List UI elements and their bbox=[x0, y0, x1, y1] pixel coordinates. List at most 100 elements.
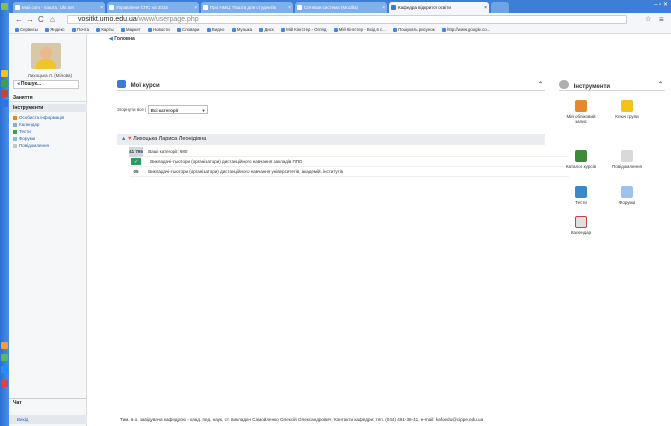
catalog-icon bbox=[575, 150, 587, 162]
logout-link[interactable]: Вихід bbox=[9, 415, 87, 424]
main-content: ◀ Головна Мої курси ⌃ Згорнути все | Всі… bbox=[87, 34, 671, 426]
address-bar[interactable]: vositkt.umo.edu.ua/www/userpage.php bbox=[67, 15, 627, 24]
app-icon[interactable] bbox=[1, 100, 8, 107]
courses-title: Мої курси bbox=[130, 83, 160, 89]
tool-course-catalog[interactable]: Каталог курсів bbox=[562, 150, 600, 169]
new-tab-button[interactable] bbox=[491, 2, 509, 13]
bookmark-item[interactable]: Музыка bbox=[231, 26, 252, 33]
browser-tab[interactable]: Сетевая система (Mozilla) × bbox=[295, 2, 387, 13]
tools-icon bbox=[559, 80, 569, 89]
chat-section[interactable]: Чат bbox=[9, 398, 87, 406]
teacher-name: Лихоцька Лариса Леонідівна bbox=[133, 136, 207, 142]
app-icon[interactable] bbox=[1, 380, 8, 387]
start-icon[interactable] bbox=[1, 3, 8, 10]
close-icon[interactable]: × bbox=[100, 5, 103, 11]
tool-forums[interactable]: Форуми bbox=[608, 186, 646, 205]
course-code: 05 bbox=[133, 169, 139, 174]
search-icon: ◂ bbox=[17, 81, 20, 87]
bookmark-item[interactable]: http://www.google.co... bbox=[442, 26, 490, 33]
app-icon[interactable] bbox=[1, 70, 8, 77]
app-icon[interactable] bbox=[1, 366, 8, 373]
user-name: Лихоцька Л. (Мілова) bbox=[27, 73, 73, 78]
window-controls[interactable]: ‒ ▫ ✕ bbox=[654, 1, 668, 8]
bookmark-item[interactable]: Яндекс bbox=[45, 26, 65, 33]
message-icon bbox=[621, 150, 633, 162]
close-icon[interactable]: × bbox=[288, 5, 291, 11]
app-icon[interactable] bbox=[1, 342, 8, 349]
bookmark-item[interactable]: Видео bbox=[206, 26, 224, 33]
message-icon bbox=[13, 143, 17, 148]
course-title: Викладачі-тьютори (організатори) дистанц… bbox=[150, 159, 303, 164]
browser-tab[interactable]: Управління СПС на 2016 × bbox=[107, 2, 199, 13]
chevron-down-icon: ▾ bbox=[202, 108, 205, 114]
reload-icon[interactable]: C bbox=[38, 15, 44, 24]
bookmark-item[interactable]: Карты bbox=[96, 26, 114, 33]
calendar-icon bbox=[575, 216, 587, 228]
bookmark-item[interactable]: Диск bbox=[259, 26, 274, 33]
expand-icon: ▲ bbox=[121, 136, 127, 142]
close-icon[interactable]: × bbox=[382, 5, 385, 11]
back-icon[interactable]: ← bbox=[15, 15, 23, 24]
app-icon[interactable] bbox=[1, 80, 8, 87]
section-tools: Інструменти bbox=[9, 104, 87, 112]
favicon-icon bbox=[203, 5, 208, 10]
collapse-all-link[interactable]: Згорнути все | bbox=[117, 107, 146, 112]
app-icon[interactable] bbox=[1, 354, 8, 361]
check-icon: ✓ bbox=[131, 158, 141, 165]
menu-icon[interactable]: ≡ bbox=[659, 15, 664, 24]
star-icon[interactable]: ☆ bbox=[645, 15, 651, 24]
bookmarks-bar: Сервисы Яндекс Почта Карты Маркет Новост… bbox=[9, 26, 671, 34]
bookmark-item[interactable]: Новости bbox=[147, 26, 170, 33]
bookmark-item[interactable]: Мій Кінгстер - Огляд bbox=[281, 26, 326, 33]
browser-tab-active[interactable]: Кафедра відкритої освіти × bbox=[389, 2, 489, 13]
bookmark-item[interactable]: Маркет bbox=[121, 26, 141, 33]
close-icon[interactable]: × bbox=[484, 5, 487, 11]
favicon-icon bbox=[109, 5, 114, 10]
user-icon bbox=[575, 100, 587, 112]
teacher-group-header[interactable]: ▲ ♥ Лихоцька Лариса Леонідівна bbox=[117, 134, 545, 145]
collapse-icon[interactable]: ⌃ bbox=[538, 80, 543, 91]
tool-tests[interactable]: Тести bbox=[562, 186, 600, 205]
forward-icon[interactable]: → bbox=[26, 15, 34, 24]
tab-label: Mail.com - пошта, Ukr.net bbox=[22, 5, 74, 10]
course-row[interactable]: 05 Викладачі-тьютори (організатори) дист… bbox=[129, 167, 569, 177]
filter-bar: Згорнути все | Всі категорії ▾ bbox=[117, 105, 208, 115]
section-links: Заняття bbox=[9, 94, 87, 102]
course-title: Ваші категорії: 980 bbox=[148, 149, 188, 154]
breadcrumb[interactable]: ◀ Головна bbox=[109, 36, 135, 42]
browser-tab[interactable]: Mail.com - пошта, Ukr.net × bbox=[13, 2, 105, 13]
sidebar-item-profile[interactable]: Особиста інформація bbox=[13, 115, 64, 121]
tab-label: Управління СПС на 2016 bbox=[116, 5, 168, 10]
search-input[interactable]: ◂ Пошук... bbox=[13, 80, 79, 89]
browser-tab[interactable]: Про НМЦ: Пошта для студентів × bbox=[201, 2, 293, 13]
sidebar-item-tests[interactable]: Тести bbox=[13, 129, 31, 135]
app-icon[interactable] bbox=[1, 90, 8, 97]
sidebar-item-messages[interactable]: Повідомлення bbox=[13, 143, 49, 149]
close-icon[interactable]: × bbox=[194, 5, 197, 11]
favicon-icon bbox=[297, 5, 302, 10]
bookmark-item[interactable]: Сервисы bbox=[15, 26, 38, 33]
bookmark-item[interactable]: Мій Кінгстер - Вхід в с... bbox=[333, 26, 386, 33]
tool-calendar[interactable]: Календар bbox=[562, 216, 600, 235]
tool-group-key[interactable]: Ключ групи bbox=[608, 100, 646, 119]
course-title: Викладачі-тьютори (організатори) дистанц… bbox=[148, 169, 344, 174]
bookmark-item[interactable]: Словари bbox=[177, 26, 199, 33]
user-sidebar: Лихоцька Л. (Мілова) ◂ Пошук... Заняття … bbox=[9, 34, 87, 426]
category-select[interactable]: Всі категорії ▾ bbox=[147, 105, 208, 115]
course-row[interactable]: 41 765 Ваші категорії: 980 bbox=[129, 147, 569, 157]
sidebar-item-calendar[interactable]: Календар bbox=[13, 122, 39, 128]
collapse-icon[interactable]: ⌃ bbox=[658, 80, 663, 91]
forum-icon bbox=[621, 186, 633, 198]
home-icon[interactable]: ⌂ bbox=[50, 15, 55, 24]
bookmark-item[interactable]: Пошукать рисунок bbox=[393, 26, 435, 33]
os-taskbar bbox=[0, 0, 9, 426]
forum-icon bbox=[13, 136, 17, 141]
url-host: vositkt.umo.edu.ua bbox=[78, 16, 137, 23]
tool-messages[interactable]: Повідомлення bbox=[608, 150, 646, 169]
browser-tab-strip: Mail.com - пошта, Ukr.net × Управління СП… bbox=[9, 0, 671, 13]
tool-my-account[interactable]: Мій обліковий запис bbox=[562, 100, 600, 124]
url-path: /www/userpage.php bbox=[136, 16, 199, 23]
course-row[interactable]: ✓ Викладачі-тьютори (організатори) диста… bbox=[129, 157, 569, 167]
bookmark-item[interactable]: Почта bbox=[72, 26, 89, 33]
sidebar-item-forums[interactable]: Форуми bbox=[13, 136, 35, 142]
